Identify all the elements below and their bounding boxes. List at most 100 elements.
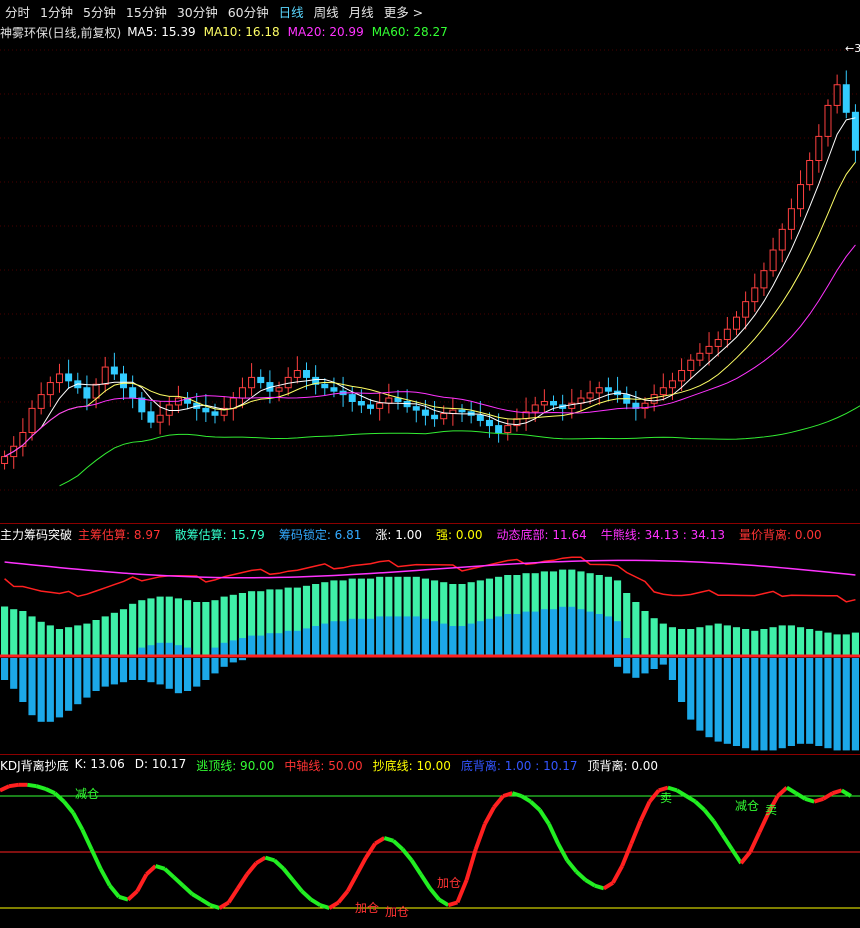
kdj-items: K: 13.06 D: 10.17 逃顶线: 90.00 中轴线: 50.00 抄底线:… xyxy=(75,757,658,774)
candle xyxy=(604,387,612,392)
candle xyxy=(842,84,850,113)
kdj-k-segment xyxy=(62,800,75,815)
tab-1[interactable]: 1分钟 xyxy=(35,2,78,21)
max-price-marker: ←3 xyxy=(845,42,860,55)
tab-7[interactable]: 周线 xyxy=(309,2,344,21)
chip-lower-bar xyxy=(632,658,640,678)
chip-lower-bar xyxy=(760,658,768,751)
chip-lock-bar xyxy=(495,616,503,656)
chip-lower-bar xyxy=(37,658,45,722)
chip-upper-bar xyxy=(110,612,118,656)
kdj-k-segment xyxy=(245,861,258,876)
kdj-k-segment xyxy=(529,800,542,812)
kdj-k-segment xyxy=(98,867,112,887)
candle xyxy=(37,394,45,409)
chip-lower-bar xyxy=(623,658,631,674)
tab-4[interactable]: 30分钟 xyxy=(172,2,223,21)
tab-6[interactable]: 日线 xyxy=(274,2,309,21)
kdj-k-segment xyxy=(438,897,450,907)
candle xyxy=(129,387,137,399)
kdj-k-segment xyxy=(748,831,762,853)
candle xyxy=(55,373,63,384)
kdj-k-segment xyxy=(383,836,394,843)
chip-upper-bar xyxy=(74,625,82,656)
chip-lock-bar xyxy=(238,638,247,656)
chip-lower-bar xyxy=(92,658,100,691)
tab-5[interactable]: 60分钟 xyxy=(223,2,274,21)
chip-lock-bar xyxy=(275,633,283,656)
candle xyxy=(248,376,256,389)
kdj-k-segment xyxy=(711,820,725,837)
tab-8[interactable]: 月线 xyxy=(344,2,379,21)
candle xyxy=(787,208,795,230)
candle xyxy=(238,387,246,399)
candle xyxy=(696,352,704,361)
chip-upper-bar xyxy=(1,606,9,656)
chip-upper-bar xyxy=(751,630,759,656)
chip-upper-bar xyxy=(842,634,850,656)
chip-upper-bar xyxy=(55,629,64,656)
kdj-legend-item-1: D: 10.17 xyxy=(134,756,187,771)
kdj-k-segment xyxy=(675,788,688,798)
chip-upper-bar xyxy=(10,609,18,656)
kdj-k-segment xyxy=(611,865,624,884)
candle xyxy=(550,401,558,406)
candle xyxy=(687,359,695,372)
chip-upper-bar xyxy=(193,602,201,656)
ma-legend: MA5: 15.39 MA10: 16.18 MA20: 20.99 MA60: 28… xyxy=(127,25,448,39)
chip-upper-bar xyxy=(833,634,841,656)
chip-lock-bar xyxy=(568,606,576,656)
kdj-k-segment xyxy=(620,842,634,867)
ma-legend-item-3: MA60: 28.27 xyxy=(371,25,448,39)
chip-upper-bar xyxy=(778,625,786,656)
ma60-line xyxy=(59,405,860,487)
kdj-k-segment xyxy=(410,859,423,876)
kdj-annotation: 加仓 xyxy=(355,901,379,915)
chip-lock-bar xyxy=(366,618,375,656)
ma10-line xyxy=(4,161,856,458)
chip-lock-bar xyxy=(266,633,274,656)
chip-chart xyxy=(0,556,860,751)
chip-legend-item-7: 量价背离: 0.00 xyxy=(739,527,822,542)
chip-lock-bar xyxy=(165,642,173,656)
chip-lock-bar xyxy=(357,618,365,656)
kdj-k-segment xyxy=(355,856,368,876)
kdj-k-segment xyxy=(547,823,560,845)
chip-lock-bar xyxy=(394,616,402,656)
chip-lock-bar xyxy=(531,611,539,656)
chip-lock-bar xyxy=(485,618,494,656)
chip-lower-bar xyxy=(202,658,210,680)
kdj-k-segment xyxy=(218,900,230,910)
chip-lower-bar xyxy=(796,658,805,744)
chip-upper-bar xyxy=(119,609,128,656)
chip-lower-bar xyxy=(110,658,118,685)
chip-upper-bar xyxy=(824,632,832,656)
chip-lower-bar xyxy=(714,658,722,742)
chip-lower-bar xyxy=(824,658,832,749)
tab-0[interactable]: 分时 xyxy=(0,2,35,21)
tab-9[interactable]: 更多 > xyxy=(379,2,428,21)
kdj-k-segment xyxy=(594,883,605,891)
kdj-k-segment xyxy=(831,788,843,796)
tab-3[interactable]: 15分钟 xyxy=(121,2,172,21)
kdj-k-segment xyxy=(667,785,678,793)
candle xyxy=(46,382,54,396)
candle xyxy=(650,394,658,404)
candle xyxy=(83,387,91,399)
chip-lock-bar xyxy=(339,621,347,656)
chip-lock-bar xyxy=(440,623,448,656)
chip-lock-bar xyxy=(348,618,356,656)
chip-lower-bar xyxy=(74,658,82,705)
kdj-k-segment xyxy=(538,808,551,826)
chip-upper-bar xyxy=(92,620,100,656)
chip-lower-bar xyxy=(851,658,859,751)
tab-2[interactable]: 5分钟 xyxy=(78,2,121,21)
candle xyxy=(302,370,310,378)
chip-lower-bar xyxy=(806,658,814,744)
kdj-k-segment xyxy=(813,796,824,804)
chip-legend-item-5: 动态底部: 11.64 xyxy=(496,527,587,542)
candle xyxy=(156,414,164,423)
candle xyxy=(19,431,27,447)
chip-lower-bar xyxy=(165,658,173,689)
kdj-k-segment xyxy=(794,791,807,801)
